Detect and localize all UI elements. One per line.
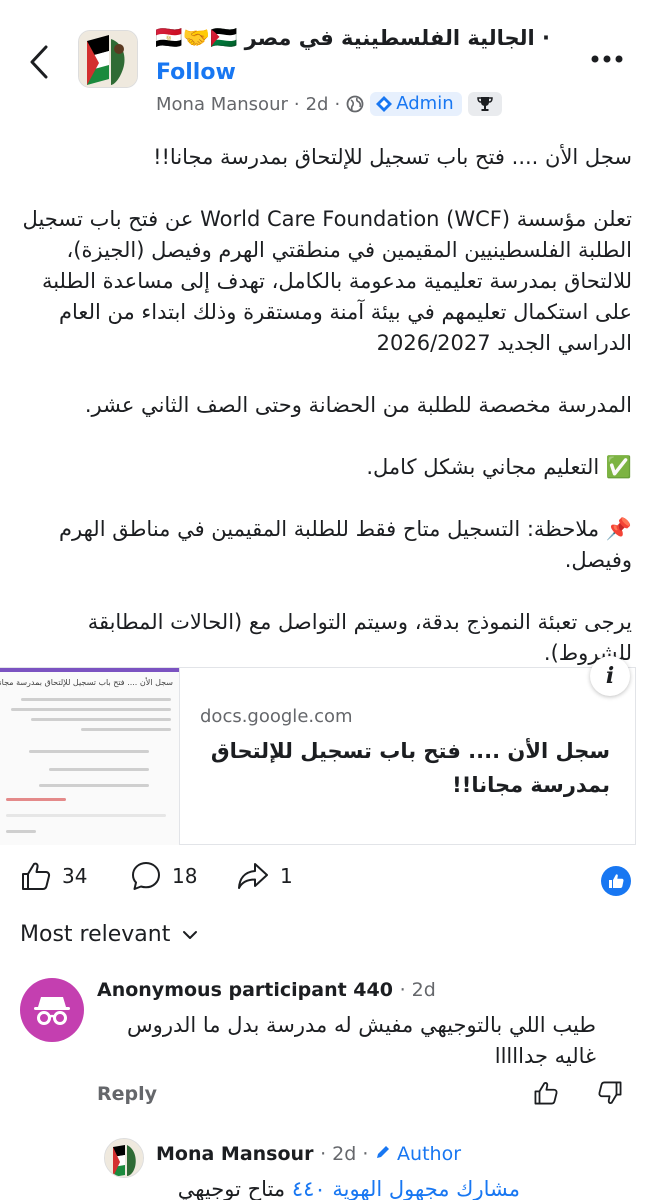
link-domain: docs.google.com bbox=[200, 706, 353, 727]
chevron-down-icon bbox=[183, 930, 198, 939]
flags-emoji: 🇪🇬🤝🇵🇸 bbox=[155, 26, 238, 51]
group-name-text: الجالية الفلسطينية في مصر bbox=[244, 26, 535, 50]
admin-label: Admin bbox=[396, 93, 454, 114]
comment-sort-dropdown[interactable]: Most relevant bbox=[20, 922, 198, 947]
reply-text: مشارك مجهول الهوية ٤٤٠ متاح توجيهي bbox=[150, 1174, 520, 1200]
comment-button[interactable]: 18 bbox=[130, 860, 197, 892]
comment-like-button[interactable] bbox=[533, 1080, 559, 1110]
post-header: · الجالية الفلسطينية في مصر 🇪🇬🤝🇵🇸 Follow… bbox=[0, 0, 650, 130]
group-avatar[interactable] bbox=[78, 30, 138, 88]
reply-button[interactable]: Reply bbox=[97, 1083, 157, 1105]
info-button[interactable]: i bbox=[590, 656, 630, 696]
globe-icon bbox=[346, 95, 364, 113]
like-reaction-icon bbox=[609, 874, 624, 888]
reply-author-name[interactable]: Mona Mansour bbox=[156, 1143, 313, 1165]
comment-author-name[interactable]: Anonymous participant 440 bbox=[97, 979, 393, 1001]
meta-separator: · bbox=[293, 93, 300, 115]
post-paragraph: ✅ التعليم مجاني بشكل كامل. bbox=[366, 455, 632, 479]
comment-bubble-icon bbox=[132, 862, 160, 890]
comment-text: طيب اللي بالتوجيهي مفيش له مدرسة بدل ما … bbox=[127, 1013, 596, 1068]
reply-author-avatar[interactable] bbox=[104, 1138, 144, 1178]
comment-time: · 2d bbox=[399, 979, 436, 1001]
thumbs-up-icon bbox=[22, 862, 51, 890]
post-text: سجل الأن .... فتح باب تسجيل للإلتحاق بمد… bbox=[20, 142, 632, 700]
post-paragraph: 📌 ملاحظة: التسجيل متاح فقط للطلبة المقيم… bbox=[59, 517, 632, 572]
incognito-icon bbox=[34, 997, 70, 1025]
sort-label: Most relevant bbox=[20, 922, 171, 947]
post-actions: 34 18 1 bbox=[0, 860, 650, 900]
thumbnail-title: سجل الأن .... فتح باب تسجيل للإلتحاق بمد… bbox=[0, 678, 173, 687]
author-badge-label: Author bbox=[397, 1143, 462, 1165]
follow-button[interactable]: Follow bbox=[156, 60, 236, 85]
post-author[interactable]: Mona Mansour bbox=[156, 94, 288, 115]
post-paragraph: سجل الأن .... فتح باب تسجيل للإلتحاق بمد… bbox=[153, 145, 632, 169]
trophy-icon bbox=[476, 97, 493, 111]
like-button[interactable]: 34 bbox=[20, 860, 87, 892]
share-count: 1 bbox=[280, 864, 293, 888]
admin-badge: Admin bbox=[370, 92, 462, 116]
thumbs-up-icon bbox=[534, 1082, 558, 1105]
group-name[interactable]: · الجالية الفلسطينية في مصر 🇪🇬🤝🇵🇸 bbox=[149, 26, 550, 51]
meta-separator: · bbox=[334, 93, 341, 115]
reply-time: · 2d · bbox=[320, 1143, 369, 1165]
author-badge: Author bbox=[375, 1143, 461, 1165]
info-icon: i bbox=[605, 663, 615, 689]
post-meta: Mona Mansour · 2d · Admin bbox=[156, 92, 502, 116]
reply-author[interactable]: Mona Mansour · 2d · Author bbox=[156, 1143, 461, 1165]
more-dots-icon bbox=[591, 55, 623, 63]
post-paragraph: يرجى تعبئة النموذج بدقة، وسيتم التواصل م… bbox=[87, 610, 632, 665]
comment-author[interactable]: Anonymous participant 440 · 2d bbox=[97, 979, 436, 1001]
reply-text-body: متاح توجيهي bbox=[177, 1177, 292, 1200]
thumbnail-header-bar bbox=[0, 668, 179, 672]
admin-diamond-icon bbox=[376, 95, 393, 112]
share-arrow-icon bbox=[238, 863, 268, 889]
pencil-icon bbox=[377, 1146, 389, 1158]
back-button[interactable] bbox=[22, 42, 56, 82]
link-title: سجل الأن .... فتح باب تسجيل للإلتحاق بمد… bbox=[210, 739, 610, 797]
thumbs-down-icon bbox=[598, 1081, 622, 1104]
link-preview-card[interactable]: سجل الأن .... فتح باب تسجيل للإلتحاق بمد… bbox=[0, 667, 636, 845]
comment-count: 18 bbox=[172, 864, 198, 888]
post-paragraph: المدرسة مخصصة للطلبة من الحضانة وحتى الص… bbox=[84, 393, 632, 417]
trophy-badge bbox=[467, 92, 502, 116]
post-paragraph: تعلن مؤسسة World Care Foundation (WCF) ع… bbox=[22, 207, 632, 355]
post-time[interactable]: 2d bbox=[306, 94, 329, 115]
chevron-left-icon bbox=[30, 45, 48, 79]
more-options-button[interactable] bbox=[590, 45, 624, 65]
link-thumbnail: سجل الأن .... فتح باب تسجيل للإلتحاق بمد… bbox=[0, 668, 180, 845]
comment-dislike-button[interactable] bbox=[597, 1080, 623, 1110]
like-count: 34 bbox=[62, 864, 88, 888]
reply-mention[interactable]: مشارك مجهول الهوية ٤٤٠ bbox=[292, 1177, 520, 1200]
group-name-prefix: · bbox=[542, 26, 550, 50]
share-button[interactable]: 1 bbox=[236, 860, 293, 892]
reaction-summary[interactable] bbox=[601, 866, 631, 896]
anonymous-avatar[interactable] bbox=[20, 978, 84, 1042]
